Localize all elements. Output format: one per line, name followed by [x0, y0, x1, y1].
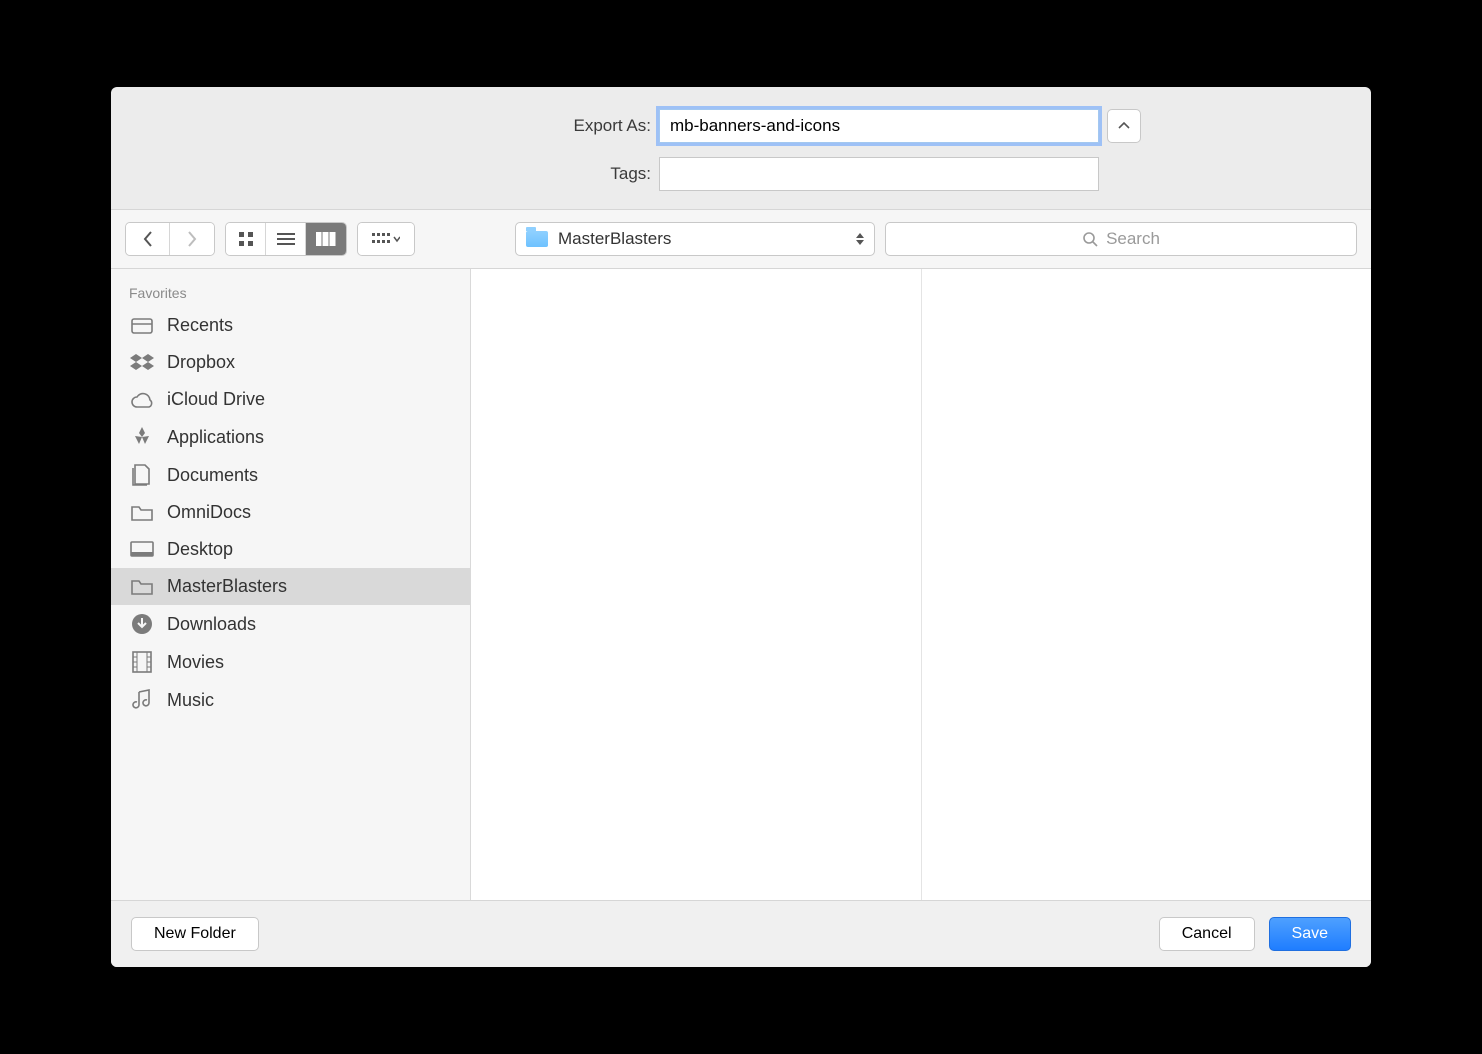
- toolbar: MasterBlasters Search: [111, 210, 1371, 269]
- search-placeholder: Search: [1106, 229, 1160, 249]
- collapse-button[interactable]: [1107, 109, 1141, 143]
- export-as-row: Export As:: [111, 109, 1371, 143]
- music-icon: [129, 689, 155, 711]
- list-icon: [277, 232, 295, 246]
- export-as-label: Export As:: [341, 116, 651, 136]
- sidebar-item-label: Documents: [167, 465, 258, 486]
- sidebar-item-label: OmniDocs: [167, 502, 251, 523]
- view-segment: [225, 222, 347, 256]
- chevron-left-icon: [143, 231, 153, 247]
- view-list-button[interactable]: [266, 223, 306, 255]
- sidebar-item-icloud-drive[interactable]: iCloud Drive: [111, 381, 470, 418]
- sidebar-item-downloads[interactable]: Downloads: [111, 605, 470, 643]
- sidebar-item-applications[interactable]: Applications: [111, 418, 470, 456]
- back-button[interactable]: [126, 223, 170, 255]
- chevron-up-icon: [1118, 122, 1130, 130]
- recents-icon: [129, 316, 155, 336]
- dialog-header: Export As: Tags:: [111, 87, 1371, 210]
- save-button[interactable]: Save: [1269, 917, 1351, 951]
- view-columns-button[interactable]: [306, 223, 346, 255]
- sidebar-heading: Favorites: [111, 277, 470, 307]
- save-dialog: Export As: Tags:: [111, 87, 1371, 967]
- sidebar-item-recents[interactable]: Recents: [111, 307, 470, 344]
- updown-icon: [856, 233, 864, 245]
- current-folder-label: MasterBlasters: [558, 229, 671, 249]
- column-1[interactable]: [471, 269, 922, 900]
- view-icons-button[interactable]: [226, 223, 266, 255]
- applications-icon: [129, 426, 155, 448]
- sidebar-item-label: Dropbox: [167, 352, 235, 373]
- filename-input[interactable]: [659, 109, 1099, 143]
- chevron-right-icon: [187, 231, 197, 247]
- sidebar-item-omnidocs[interactable]: OmniDocs: [111, 494, 470, 531]
- columns-area: [471, 269, 1371, 900]
- tags-row: Tags:: [111, 157, 1371, 191]
- movies-icon: [129, 651, 155, 673]
- sidebar-item-label: MasterBlasters: [167, 576, 287, 597]
- sidebar-item-music[interactable]: Music: [111, 681, 470, 719]
- tags-label: Tags:: [341, 164, 651, 184]
- dialog-footer: New Folder Cancel Save: [111, 900, 1371, 967]
- sidebar-item-label: Downloads: [167, 614, 256, 635]
- new-folder-button[interactable]: New Folder: [131, 917, 259, 951]
- sidebar-item-label: Recents: [167, 315, 233, 336]
- tags-input[interactable]: [659, 157, 1099, 191]
- search-field[interactable]: Search: [885, 222, 1357, 256]
- downloads-icon: [129, 613, 155, 635]
- sidebar-item-desktop[interactable]: Desktop: [111, 531, 470, 568]
- folder-popup[interactable]: MasterBlasters: [515, 222, 875, 256]
- sidebar-item-label: Music: [167, 690, 214, 711]
- file-browser: Favorites Recents Dropbox iCloud Drive Appl…: [111, 269, 1371, 900]
- forward-button[interactable]: [170, 223, 214, 255]
- sidebar-item-masterblasters[interactable]: MasterBlasters: [111, 568, 470, 605]
- cancel-button[interactable]: Cancel: [1159, 917, 1255, 951]
- sidebar-item-dropbox[interactable]: Dropbox: [111, 344, 470, 381]
- folder-icon: [129, 578, 155, 596]
- sidebar: Favorites Recents Dropbox iCloud Drive Appl…: [111, 269, 471, 900]
- sidebar-item-label: Movies: [167, 652, 224, 673]
- sidebar-item-label: Applications: [167, 427, 264, 448]
- sidebar-item-label: iCloud Drive: [167, 389, 265, 410]
- documents-icon: [129, 464, 155, 486]
- sidebar-item-movies[interactable]: Movies: [111, 643, 470, 681]
- nav-segment: [125, 222, 215, 256]
- desktop-icon: [129, 541, 155, 559]
- folder-icon: [526, 231, 548, 247]
- dropbox-icon: [129, 353, 155, 373]
- group-by-button[interactable]: [358, 223, 414, 255]
- column-2[interactable]: [922, 269, 1372, 900]
- search-icon: [1082, 231, 1098, 247]
- sidebar-item-documents[interactable]: Documents: [111, 456, 470, 494]
- columns-icon: [316, 232, 336, 246]
- folder-icon: [129, 504, 155, 522]
- group-segment: [357, 222, 415, 256]
- sidebar-item-label: Desktop: [167, 539, 233, 560]
- group-icon: [372, 232, 400, 246]
- icloud-icon: [129, 391, 155, 409]
- grid-icon: [238, 231, 254, 247]
